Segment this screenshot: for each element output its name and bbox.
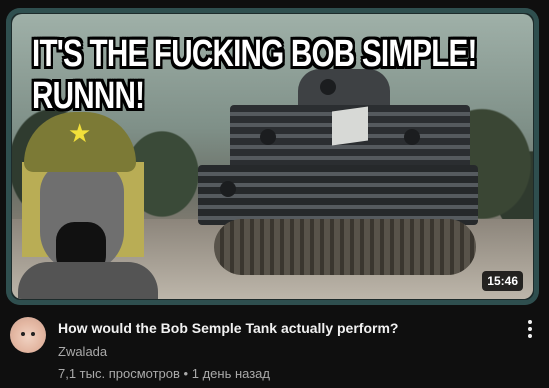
video-card[interactable]: ★ IT'S THE FUCKING BOB SIMPLE! RUNNN! 15… xyxy=(0,0,549,388)
tank-lower-hull xyxy=(198,165,478,225)
upload-date: 1 день назад xyxy=(191,366,270,381)
tank-hatch xyxy=(332,106,368,146)
menu-dot xyxy=(528,320,532,324)
thumbnail-caption-line2: RUNNN! xyxy=(32,75,145,117)
tank-stud xyxy=(220,181,236,197)
meta-separator: • xyxy=(183,366,189,381)
tank-stud xyxy=(320,79,336,95)
soldier-body xyxy=(18,262,158,299)
channel-avatar[interactable] xyxy=(10,317,46,353)
menu-dot xyxy=(528,334,532,338)
tank-stud xyxy=(404,129,420,145)
channel-name[interactable]: Zwalada xyxy=(58,344,107,359)
video-title[interactable]: How would the Bob Semple Tank actually p… xyxy=(58,319,398,337)
tank-stud xyxy=(260,129,276,145)
video-thumbnail[interactable]: ★ IT'S THE FUCKING BOB SIMPLE! RUNNN! 15… xyxy=(6,8,539,305)
duration-badge: 15:46 xyxy=(482,271,523,291)
thumbnail-caption-line1: IT'S THE FUCKING BOB SIMPLE! xyxy=(32,33,477,75)
view-count: 7,1 тыс. просмотров xyxy=(58,366,180,381)
avatar-eye xyxy=(31,332,35,336)
more-vert-icon[interactable] xyxy=(522,318,538,340)
menu-dot xyxy=(528,327,532,331)
tank-track xyxy=(214,219,476,275)
avatar-eye xyxy=(21,332,25,336)
tank-illustration xyxy=(190,69,480,279)
soldier-illustration: ★ xyxy=(18,112,158,299)
star-icon: ★ xyxy=(68,118,92,148)
thumbnail-image: ★ IT'S THE FUCKING BOB SIMPLE! RUNNN! xyxy=(12,14,533,299)
video-metadata: 7,1 тыс. просмотров • 1 день назад xyxy=(58,366,270,381)
soldier-helmet: ★ xyxy=(24,112,136,172)
